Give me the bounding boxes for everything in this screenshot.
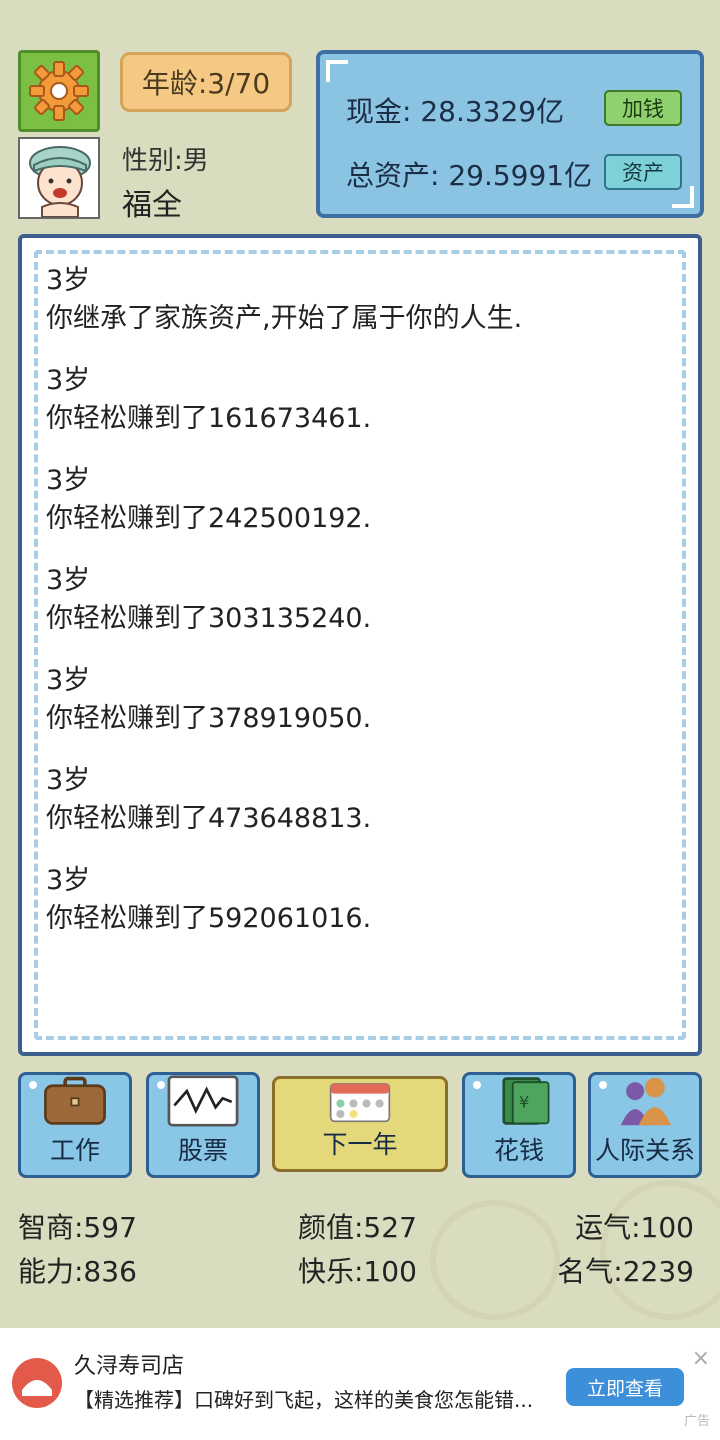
highlight-dot [29, 1081, 37, 1089]
corner-decoration [326, 60, 348, 82]
log-entry: 3岁 你轻松赚到了242500192. [46, 462, 371, 538]
avatar[interactable] [18, 137, 100, 219]
highlight-dot [473, 1081, 481, 1089]
log-entry: 3岁 你轻松赚到了161673461. [46, 362, 371, 438]
log-entry-text: 你轻松赚到了303135240. [46, 603, 372, 634]
log-entry: 3岁 你继承了家族资产,开始了属于你的人生. [46, 262, 522, 338]
stocks-button[interactable]: 股票 [146, 1072, 260, 1178]
spend-label: 花钱 [493, 1136, 544, 1165]
relations-button[interactable]: 人际关系 [588, 1072, 702, 1178]
ad-title: 久浔寿司店 [74, 1354, 185, 1379]
briefcase-icon [44, 1076, 106, 1125]
ad-logo [12, 1358, 62, 1408]
ad-banner[interactable]: 久浔寿司店 【精选推荐】口碑好到飞起，这样的美食您怎能错... 立即查看 × 广… [0, 1328, 720, 1440]
work-button[interactable]: 工作 [18, 1072, 132, 1178]
log-entry: 3岁 你轻松赚到了378919050. [46, 662, 371, 738]
stat-iq: 智商:597 [18, 1211, 137, 1244]
stat-fame: 名气:2239 [557, 1255, 694, 1288]
sushi-logo-icon [22, 1380, 52, 1396]
log-entry-age: 3岁 [46, 865, 91, 896]
baby-avatar-icon [29, 146, 91, 217]
work-label: 工作 [49, 1136, 100, 1165]
settings-button[interactable] [18, 50, 100, 132]
people-icon [620, 1077, 671, 1126]
highlight-dot [599, 1081, 607, 1089]
log-entry-age: 3岁 [46, 765, 91, 796]
spend-button[interactable]: ¥ 花钱 [462, 1072, 576, 1178]
stat-happiness: 快乐:100 [298, 1255, 417, 1288]
money-bills-icon: ¥ [502, 1077, 550, 1125]
log-entry-age: 3岁 [46, 465, 91, 496]
money-panel: 现金: 28.3329亿 总资产: 29.5991亿 加钱 资产 [316, 50, 704, 218]
log-entry-age: 3岁 [46, 565, 91, 596]
relations-label: 人际关系 [594, 1136, 695, 1165]
log-entry: 3岁 你轻松赚到了303135240. [46, 562, 371, 638]
total-assets-label: 总资产: 29.5991亿 [346, 159, 593, 192]
log-entry-text: 你继承了家族资产,开始了属于你的人生. [46, 303, 523, 334]
cash-label: 现金: 28.3329亿 [346, 95, 565, 128]
log-entry: 3岁 你轻松赚到了473648813. [46, 762, 371, 838]
background-doodle [430, 1200, 560, 1320]
age-label: 年龄:3/70 [141, 67, 271, 100]
add-money-button[interactable]: 加钱 [604, 90, 682, 126]
close-icon[interactable]: × [692, 1346, 710, 1371]
log-entry-text: 你轻松赚到了378919050. [46, 703, 372, 734]
stat-luck: 运气:100 [575, 1211, 694, 1244]
player-name: 福全 [122, 188, 182, 223]
log-entry-age: 3岁 [46, 665, 91, 696]
next-year-button[interactable]: 下一年 [272, 1076, 448, 1172]
log-entry-text: 你轻松赚到了161673461. [46, 403, 372, 434]
stocks-label: 股票 [177, 1136, 228, 1165]
log-entry-age: 3岁 [46, 365, 91, 396]
highlight-dot [157, 1081, 165, 1089]
svg-text:¥: ¥ [519, 1092, 529, 1111]
life-log-panel[interactable]: 3岁 你继承了家族资产,开始了属于你的人生. 3岁 你轻松赚到了16167346… [18, 234, 702, 1056]
gear-icon [29, 61, 89, 121]
log-entry-text: 你轻松赚到了592061016. [46, 903, 372, 934]
log-entry: 3岁 你轻松赚到了592061016. [46, 862, 371, 938]
log-entry-text: 你轻松赚到了242500192. [46, 503, 372, 534]
gender-label: 性别:男 [122, 146, 209, 176]
age-display: 年龄:3/70 [120, 52, 292, 112]
log-entry-text: 你轻松赚到了473648813. [46, 803, 372, 834]
assets-button[interactable]: 资产 [604, 154, 682, 190]
calendar-icon [329, 1083, 391, 1123]
stat-ability: 能力:836 [18, 1255, 137, 1288]
ad-cta-button[interactable]: 立即查看 [566, 1368, 684, 1406]
next-year-label: 下一年 [322, 1130, 398, 1159]
stock-chart-icon [167, 1075, 239, 1127]
stat-looks: 颜值:527 [298, 1211, 417, 1244]
log-entry-age: 3岁 [46, 265, 91, 296]
ad-tag: 广告 [683, 1414, 710, 1429]
ad-description: 【精选推荐】口碑好到飞起，这样的美食您怎能错... [74, 1388, 534, 1412]
